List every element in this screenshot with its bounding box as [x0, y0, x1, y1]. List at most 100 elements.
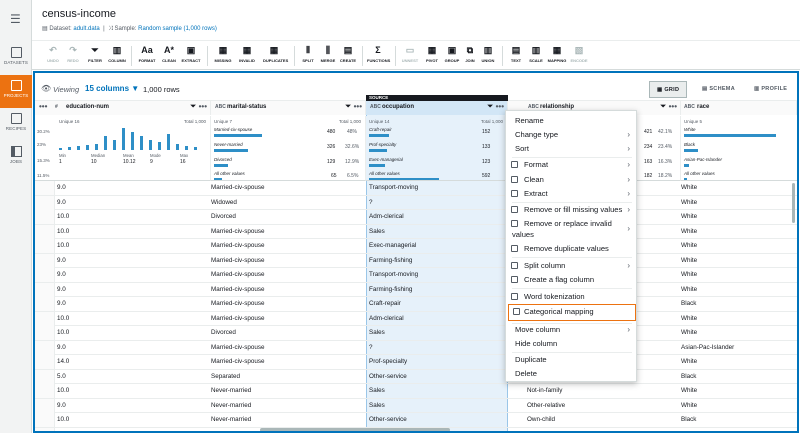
- format-button[interactable]: Aa FORMAT: [136, 44, 158, 63]
- table-cell[interactable]: 14.0: [57, 358, 69, 365]
- table-row[interactable]: 10.0 Married-civ-spouse Sales White: [35, 224, 797, 239]
- table-row[interactable]: 10.0 Married-civ-spouse Adm-clerical White: [35, 311, 797, 326]
- column-header-education-num[interactable]: ••• # education-num ⏷ •••: [35, 101, 211, 115]
- table-cell[interactable]: Farming-fishing: [369, 257, 412, 264]
- table-cell[interactable]: Prof-specialty: [369, 358, 407, 365]
- table-cell[interactable]: Married-civ-spouse: [211, 242, 265, 249]
- table-row[interactable]: 9.0 Married-civ-spouse Farming-fishing Whit…: [35, 282, 797, 297]
- menu-item-categorical-mapping[interactable]: Categorical mapping: [508, 304, 636, 321]
- table-cell[interactable]: Married-civ-spouse: [211, 184, 265, 191]
- table-cell[interactable]: Sales: [369, 387, 385, 394]
- horizontal-scrollbar[interactable]: [260, 428, 450, 431]
- encode-button[interactable]: ▧ ENCODE: [568, 44, 590, 63]
- table-cell[interactable]: White: [681, 286, 697, 293]
- table-cell[interactable]: White: [681, 271, 697, 278]
- table-cell[interactable]: White: [681, 402, 697, 409]
- nav-jobs[interactable]: JOBS: [0, 141, 32, 174]
- table-row[interactable]: 9.0 Widowed? White: [35, 195, 797, 210]
- table-cell[interactable]: 9.0: [57, 402, 66, 409]
- table-cell[interactable]: White: [681, 242, 697, 249]
- table-cell[interactable]: 10.0: [57, 315, 69, 322]
- menu-item-clean[interactable]: Clean ›: [506, 175, 638, 185]
- duplicates-button[interactable]: ▦ DUPLICATES: [263, 44, 288, 63]
- table-cell[interactable]: 9.0: [57, 300, 66, 307]
- table-cell[interactable]: 10.0: [57, 416, 69, 423]
- table-cell[interactable]: White: [681, 199, 697, 206]
- table-cell[interactable]: Sales: [369, 329, 385, 336]
- table-cell[interactable]: Married-civ-spouse: [211, 300, 265, 307]
- table-cell[interactable]: White: [681, 184, 697, 191]
- menu-item-delete[interactable]: Delete: [506, 369, 638, 379]
- nav-projects[interactable]: PROJECTS: [0, 75, 32, 108]
- table-cell[interactable]: 5.0: [57, 373, 66, 380]
- table-cell[interactable]: Separated: [211, 373, 240, 380]
- table-cell[interactable]: Farming-fishing: [369, 286, 412, 293]
- table-cell[interactable]: Never-married: [211, 387, 251, 394]
- table-cell[interactable]: Divorced: [211, 213, 236, 220]
- table-cell[interactable]: Widowed: [211, 199, 237, 206]
- menu-item-replace-invalid-cont[interactable]: values: [506, 230, 638, 240]
- table-cell[interactable]: Never-married: [211, 416, 251, 423]
- functions-button[interactable]: Σ FUNCTIONS: [367, 44, 390, 63]
- menu-item-remove-duplicates[interactable]: Remove duplicate values: [506, 244, 638, 254]
- table-cell[interactable]: White: [681, 213, 697, 220]
- undo-button[interactable]: ↶ UNDO: [42, 44, 64, 63]
- split-button[interactable]: ⫴ SPLIT: [297, 44, 319, 63]
- menu-item-extract[interactable]: Extract ›: [506, 189, 638, 199]
- table-cell[interactable]: 9.0: [57, 271, 66, 278]
- table-cell[interactable]: Black: [681, 373, 696, 380]
- menu-item-duplicate[interactable]: Duplicate: [506, 355, 638, 365]
- table-row[interactable]: 9.0 Married-civ-spouse Craft-repair Black: [35, 297, 797, 312]
- nav-datasets[interactable]: DATASETS: [0, 42, 32, 75]
- table-row[interactable]: 10.0 Divorced Adm-clerical White: [35, 210, 797, 225]
- missing-button[interactable]: ▦ MISSING: [212, 44, 234, 63]
- filter-icon[interactable]: ⏷: [190, 103, 196, 111]
- table-cell[interactable]: White: [681, 315, 697, 322]
- menu-item-rename[interactable]: Rename: [506, 116, 638, 126]
- table-cell[interactable]: 9.0: [57, 184, 66, 191]
- table-cell[interactable]: White: [681, 329, 697, 336]
- table-cell[interactable]: Black: [681, 416, 696, 423]
- column-menu-icon[interactable]: •••: [199, 102, 207, 111]
- table-row[interactable]: 5.0SeparatedOther-serviceNot-in-familyBl…: [35, 369, 797, 384]
- table-cell[interactable]: 9.0: [57, 199, 66, 206]
- table-cell[interactable]: Asian-Pac-Islander: [681, 344, 734, 351]
- table-cell[interactable]: White: [681, 358, 697, 365]
- table-row[interactable]: 9.0 Married-civ-spouse Farming-fishing Whit…: [35, 253, 797, 268]
- tab-schema[interactable]: ▤ SCHEMA: [695, 81, 742, 98]
- invalid-button[interactable]: ▦ INVALID: [236, 44, 258, 63]
- text-button[interactable]: ▤ TEXT: [505, 44, 527, 63]
- table-cell[interactable]: White: [681, 257, 697, 264]
- column-header-occupation[interactable]: ABC occupation ⏷ •••: [366, 101, 508, 115]
- table-cell[interactable]: Sales: [369, 402, 385, 409]
- table-cell[interactable]: Adm-clerical: [369, 213, 404, 220]
- table-cell[interactable]: ?: [369, 344, 373, 351]
- unnest-button[interactable]: ▭ UNNEST: [399, 44, 421, 63]
- table-row[interactable]: 14.0 Married-civ-spouse Prof-specialty Whit…: [35, 355, 797, 370]
- table-cell[interactable]: ?: [369, 199, 373, 206]
- filter-icon[interactable]: ⏷: [660, 103, 666, 111]
- filter-button[interactable]: ⏷ FILTER: [84, 44, 106, 63]
- merge-button[interactable]: ⫼ MERGE: [317, 44, 339, 63]
- menu-item-change-type[interactable]: Change type ›: [506, 130, 638, 140]
- table-cell[interactable]: Transport-moving: [369, 184, 418, 191]
- pivot-button[interactable]: ▦ PIVOT: [421, 44, 443, 63]
- menu-item-move-column[interactable]: Move column ›: [506, 325, 638, 335]
- extract-button[interactable]: ▣ EXTRACT: [180, 44, 202, 63]
- table-cell[interactable]: Married-civ-spouse: [211, 315, 265, 322]
- nav-recipes[interactable]: RECIPES: [0, 108, 32, 141]
- table-cell[interactable]: Not-in-family: [527, 387, 562, 394]
- menu-item-fill-missing[interactable]: Remove or fill missing values ›: [506, 205, 638, 215]
- table-row[interactable]: 9.0 Married-civ-spouse Transport-moving Whi…: [35, 268, 797, 283]
- create-button[interactable]: ▤ CREATE: [337, 44, 359, 63]
- menu-item-replace-invalid[interactable]: Remove or replace invalid ›: [506, 219, 638, 233]
- column-menu-icon[interactable]: •••: [354, 102, 362, 111]
- table-cell[interactable]: Sales: [369, 228, 385, 235]
- clean-button[interactable]: A* CLEAN: [158, 44, 180, 63]
- table-cell[interactable]: 10.0: [57, 228, 69, 235]
- column-menu-icon[interactable]: •••: [496, 102, 504, 111]
- table-cell[interactable]: 10.0: [57, 329, 69, 336]
- menu-item-hide-column[interactable]: Hide column: [506, 339, 638, 349]
- table-cell[interactable]: Exec-managerial: [369, 242, 416, 249]
- table-cell[interactable]: Other-relative: [527, 402, 565, 409]
